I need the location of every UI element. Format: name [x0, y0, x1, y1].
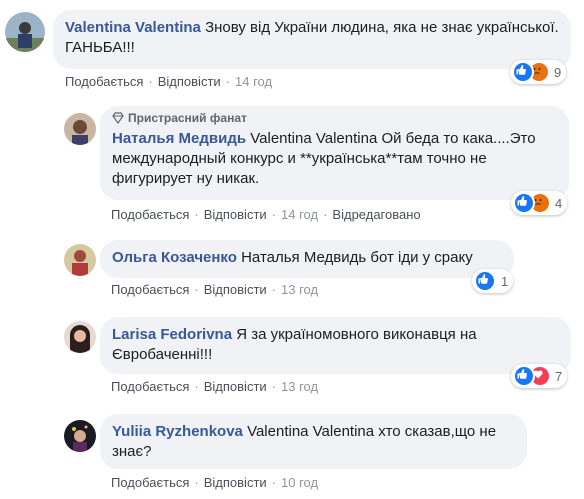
comment-author[interactable]: Valentina Valentina: [65, 19, 201, 36]
reactions-summary[interactable]: 9: [510, 60, 567, 84]
reply-button[interactable]: Відповісти: [204, 379, 267, 394]
like-button[interactable]: Подобається: [111, 379, 189, 394]
like-reaction-icon: [474, 270, 496, 292]
badge-label: Пристрасний фанат: [128, 111, 247, 125]
reaction-count: 4: [555, 195, 563, 211]
reactions-summary[interactable]: 4: [511, 191, 568, 215]
reply-button[interactable]: Відповісти: [204, 475, 267, 490]
reply-button[interactable]: Відповісти: [204, 207, 267, 222]
timestamp[interactable]: 14 год: [281, 207, 318, 222]
reactions-summary[interactable]: 7: [511, 364, 568, 388]
reaction-count: 7: [555, 368, 563, 384]
comment-actions: Подобається · Відповісти · 13 год: [111, 379, 319, 394]
like-button[interactable]: Подобається: [65, 74, 143, 89]
diamond-icon: [112, 112, 124, 124]
comment-author[interactable]: Yuliia Ryzhenkova: [112, 423, 243, 440]
avatar[interactable]: [64, 113, 96, 145]
comment-bubble: Пристрасний фанат Наталья Медвидь Valent…: [100, 106, 569, 200]
reaction-count: 1: [501, 273, 509, 289]
like-button[interactable]: Подобається: [111, 475, 189, 490]
timestamp[interactable]: 13 год: [281, 379, 318, 394]
comment-actions: Подобається · Відповісти · 13 год: [111, 282, 319, 297]
like-reaction-icon: [513, 192, 535, 214]
comment-bubble: Yuliia Ryzhenkova Valentina Valentina хт…: [100, 414, 527, 469]
timestamp[interactable]: 13 год: [281, 282, 318, 297]
comment-author[interactable]: Larisa Fedorivna: [112, 326, 232, 343]
reactions-summary[interactable]: 1: [472, 269, 514, 293]
like-button[interactable]: Подобається: [111, 282, 189, 297]
comment-actions: Подобається · Відповісти · 10 год: [111, 475, 319, 490]
like-reaction-icon: [512, 61, 534, 83]
edited-label[interactable]: Відредаговано: [332, 207, 420, 222]
avatar[interactable]: [64, 420, 96, 452]
reaction-count: 9: [554, 64, 562, 80]
comment-actions: Подобається · Відповісти · 14 год: [65, 74, 273, 89]
comment-author[interactable]: Ольга Козаченко: [112, 249, 237, 266]
comment-text: Наталья Медвидь бот іди у сраку: [241, 249, 473, 266]
comment-bubble: Valentina Valentina Знову від України лю…: [53, 10, 571, 69]
avatar[interactable]: [64, 244, 96, 276]
reply-button[interactable]: Відповісти: [204, 282, 267, 297]
comment-author[interactable]: Наталья Медвидь: [112, 130, 246, 147]
avatar[interactable]: [5, 12, 45, 52]
comment-bubble: Ольга Козаченко Наталья Медвидь бот іди …: [100, 240, 514, 278]
fan-badge: Пристрасний фанат: [112, 111, 557, 125]
timestamp[interactable]: 10 год: [281, 475, 318, 490]
comment-actions: Подобається · Відповісти · 14 год · Відредагов…: [111, 207, 421, 222]
like-reaction-icon: [513, 365, 535, 387]
avatar[interactable]: [64, 321, 96, 353]
reply-button[interactable]: Відповісти: [158, 74, 221, 89]
comment-bubble: Larisa Fedorivna Я за україномовного вик…: [100, 317, 571, 374]
like-button[interactable]: Подобається: [111, 207, 189, 222]
timestamp[interactable]: 14 год: [235, 74, 272, 89]
